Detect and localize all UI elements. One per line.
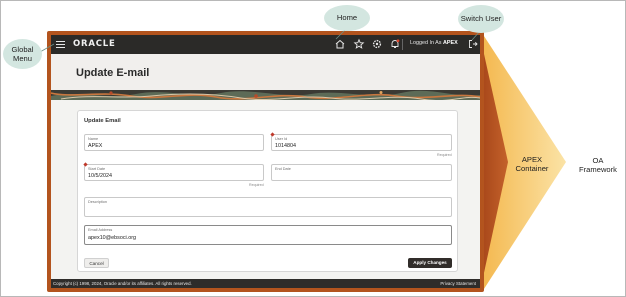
name-label: Name bbox=[88, 137, 99, 141]
star-icon[interactable] bbox=[353, 38, 365, 50]
apex-container: ORACLE Logged In As APEX Update E-mail U… bbox=[51, 35, 480, 288]
switch-user-callout: Switch User bbox=[458, 5, 504, 33]
description-field[interactable]: Description bbox=[84, 197, 452, 217]
top-bar: ORACLE Logged In As APEX bbox=[51, 35, 480, 54]
email-address-value: apex10@ebsoci.org bbox=[88, 235, 137, 241]
logged-in-prefix: Logged In As bbox=[410, 40, 442, 46]
decorative-pattern-band bbox=[51, 90, 480, 100]
email-address-label: Email Address bbox=[88, 228, 113, 232]
page-title: Update E-mail bbox=[76, 67, 150, 79]
home-callout: Home bbox=[324, 5, 370, 31]
oa-framework-window: ORACLE Logged In As APEX Update E-mail U… bbox=[47, 31, 484, 292]
update-email-card: Update Email Name APEX User Id 1014804 R… bbox=[77, 110, 458, 272]
start-date-label: Start Date bbox=[88, 167, 106, 171]
switch-user-icon[interactable] bbox=[467, 38, 479, 50]
global-menu-callout: Global Menu bbox=[3, 39, 42, 69]
required-marker bbox=[83, 162, 88, 167]
start-date-required-note: Required bbox=[249, 183, 264, 187]
privacy-statement-link[interactable]: Privacy Statement bbox=[440, 281, 476, 286]
description-label: Description bbox=[88, 200, 107, 204]
name-value: APEX bbox=[88, 143, 103, 149]
required-marker bbox=[270, 132, 275, 137]
apply-changes-button[interactable]: Apply Changes bbox=[408, 258, 452, 268]
start-date-field[interactable]: Start Date 10/5/2024 bbox=[83, 162, 264, 181]
global-menu-icon[interactable] bbox=[56, 39, 66, 49]
card-title: Update Email bbox=[84, 118, 121, 124]
end-date-label: End Date bbox=[275, 167, 291, 171]
cancel-button[interactable]: Cancel bbox=[84, 258, 109, 268]
user-id-label: User Id bbox=[275, 137, 288, 141]
apex-container-label: APEX Container bbox=[515, 155, 549, 174]
logged-in-user: APEX bbox=[442, 40, 458, 46]
user-id-value: 1014804 bbox=[275, 143, 296, 149]
email-address-field[interactable]: Email Address apex10@ebsoci.org bbox=[84, 225, 452, 245]
gear-icon[interactable] bbox=[371, 38, 383, 50]
start-date-value: 10/5/2024 bbox=[88, 173, 112, 179]
home-icon[interactable] bbox=[334, 38, 346, 50]
oracle-logo: ORACLE bbox=[73, 39, 116, 49]
user-id-required-note: Required bbox=[437, 153, 452, 157]
user-id-field[interactable]: User Id 1014804 bbox=[270, 132, 452, 151]
name-field[interactable]: Name APEX bbox=[84, 134, 264, 151]
footer: Copyright (c) 1998, 2024, Oracle and/or … bbox=[51, 279, 480, 288]
oa-framework-label: OA Framework bbox=[579, 156, 617, 175]
page-header: Update E-mail bbox=[51, 54, 480, 94]
logged-in-status: Logged In As APEX bbox=[410, 40, 458, 46]
copyright-text: Copyright (c) 1998, 2024, Oracle and/or … bbox=[53, 281, 192, 286]
topbar-divider bbox=[402, 39, 403, 50]
bell-icon[interactable] bbox=[389, 38, 401, 50]
end-date-field[interactable]: End Date bbox=[271, 164, 452, 181]
